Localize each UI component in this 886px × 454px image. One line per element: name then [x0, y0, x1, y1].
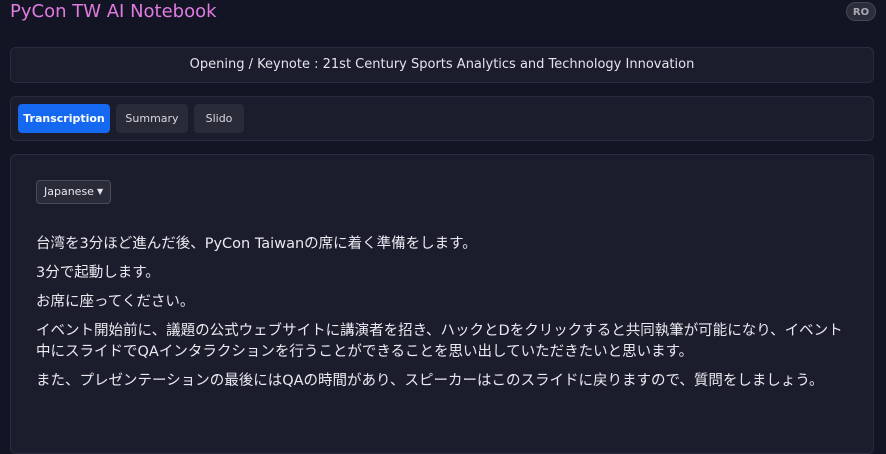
tab-transcription[interactable]: Transcription	[18, 104, 110, 133]
caret-down-icon: ▼	[96, 187, 104, 196]
transcript-line: 3分で起動します。	[36, 265, 160, 281]
tab-summary[interactable]: Summary	[116, 104, 188, 133]
top-bar: PyCon TW AI Notebook RO	[0, 0, 886, 30]
transcript-line: お席に座ってください。	[36, 294, 195, 310]
user-avatar[interactable]: RO	[846, 2, 876, 21]
app-title: PyCon TW AI Notebook	[10, 1, 217, 22]
transcript-text: 台湾を3分ほど進んだ後、PyCon Taiwanの席に着く準備をします。 3分で…	[36, 234, 856, 400]
transcript-panel: Japanese ▼ 台湾を3分ほど進んだ後、PyCon Taiwanの席に着く…	[10, 154, 874, 454]
tab-bar: Transcription Summary Slido	[10, 96, 874, 141]
tab-slido[interactable]: Slido	[194, 104, 244, 133]
session-title: Opening / Keynote : 21st Century Sports …	[10, 47, 874, 83]
transcript-line: イベント開始前に、議題の公式ウェブサイトに講演者を招き、ハックとDをクリックする…	[36, 323, 843, 360]
language-select-value: Japanese	[44, 185, 94, 198]
transcript-line: 台湾を3分ほど進んだ後、PyCon Taiwanの席に着く準備をします。	[36, 236, 477, 252]
transcript-line: また、プレゼンテーションの最後にはQAの時間があり、スピーカーはこのスライドに戻…	[36, 373, 824, 389]
language-select[interactable]: Japanese ▼	[36, 180, 112, 204]
